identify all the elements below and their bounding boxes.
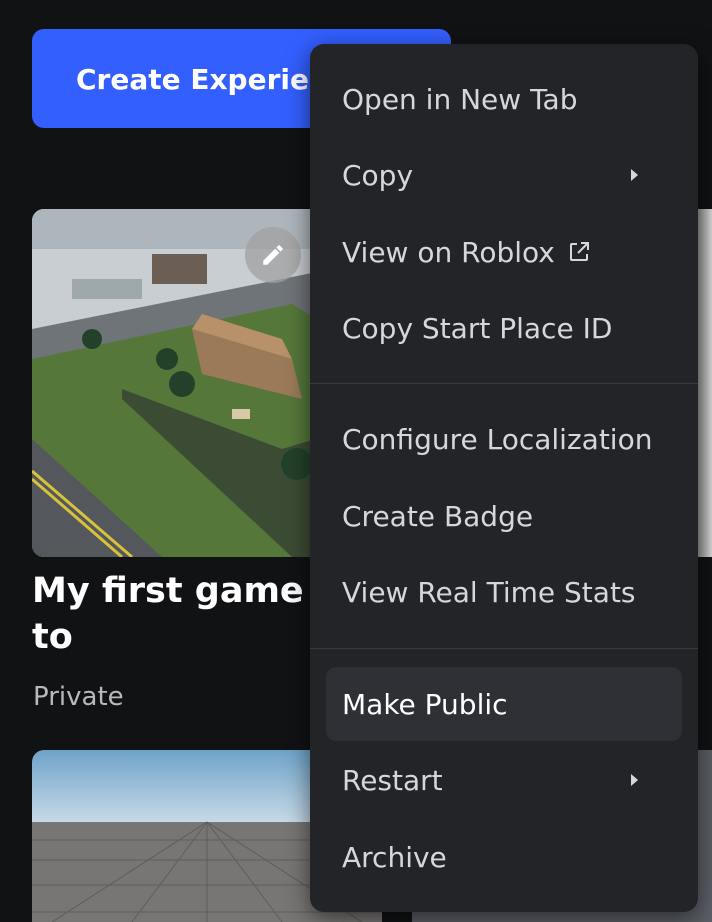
experience-title[interactable]: My first game to publish! bbox=[32, 568, 322, 664]
menu-item-restart[interactable]: Restart bbox=[326, 743, 682, 817]
menu-item-view-on-roblox[interactable]: View on Roblox bbox=[326, 215, 682, 289]
experience-status: Private bbox=[33, 682, 124, 712]
menu-item-archive[interactable]: Archive bbox=[326, 820, 682, 894]
edit-pencil-button[interactable] bbox=[245, 227, 301, 283]
menu-item-label: View on Roblox bbox=[342, 235, 555, 269]
menu-item-open-new-tab[interactable]: Open in New Tab bbox=[326, 62, 682, 136]
menu-item-label: Make Public bbox=[342, 687, 508, 721]
menu-divider bbox=[310, 383, 698, 384]
menu-item-label: View Real Time Stats bbox=[342, 575, 636, 609]
menu-divider bbox=[310, 648, 698, 649]
menu-item-label: Open in New Tab bbox=[342, 82, 578, 116]
next-card-thumbnail[interactable] bbox=[697, 209, 712, 557]
menu-item-copy[interactable]: Copy bbox=[326, 138, 682, 212]
menu-item-label: Copy bbox=[342, 158, 414, 192]
menu-item-create-badge[interactable]: Create Badge bbox=[326, 479, 682, 553]
menu-item-label: Copy Start Place ID bbox=[342, 311, 613, 345]
menu-item-copy-start-place-id[interactable]: Copy Start Place ID bbox=[326, 291, 682, 365]
submenu-arrow-icon bbox=[631, 774, 638, 786]
external-link-icon bbox=[567, 240, 591, 264]
menu-item-configure-localization[interactable]: Configure Localization bbox=[326, 402, 682, 476]
context-menu: Open in New Tab Copy View on Roblox Copy… bbox=[310, 44, 698, 912]
menu-item-label: Restart bbox=[342, 763, 443, 797]
pencil-icon bbox=[263, 245, 283, 265]
menu-item-label: Archive bbox=[342, 840, 447, 874]
submenu-arrow-icon bbox=[631, 169, 638, 181]
menu-item-view-real-time-stats[interactable]: View Real Time Stats bbox=[326, 555, 682, 629]
menu-item-label: Create Badge bbox=[342, 499, 534, 533]
menu-item-label: Configure Localization bbox=[342, 422, 653, 456]
menu-item-make-public[interactable]: Make Public bbox=[326, 667, 682, 741]
